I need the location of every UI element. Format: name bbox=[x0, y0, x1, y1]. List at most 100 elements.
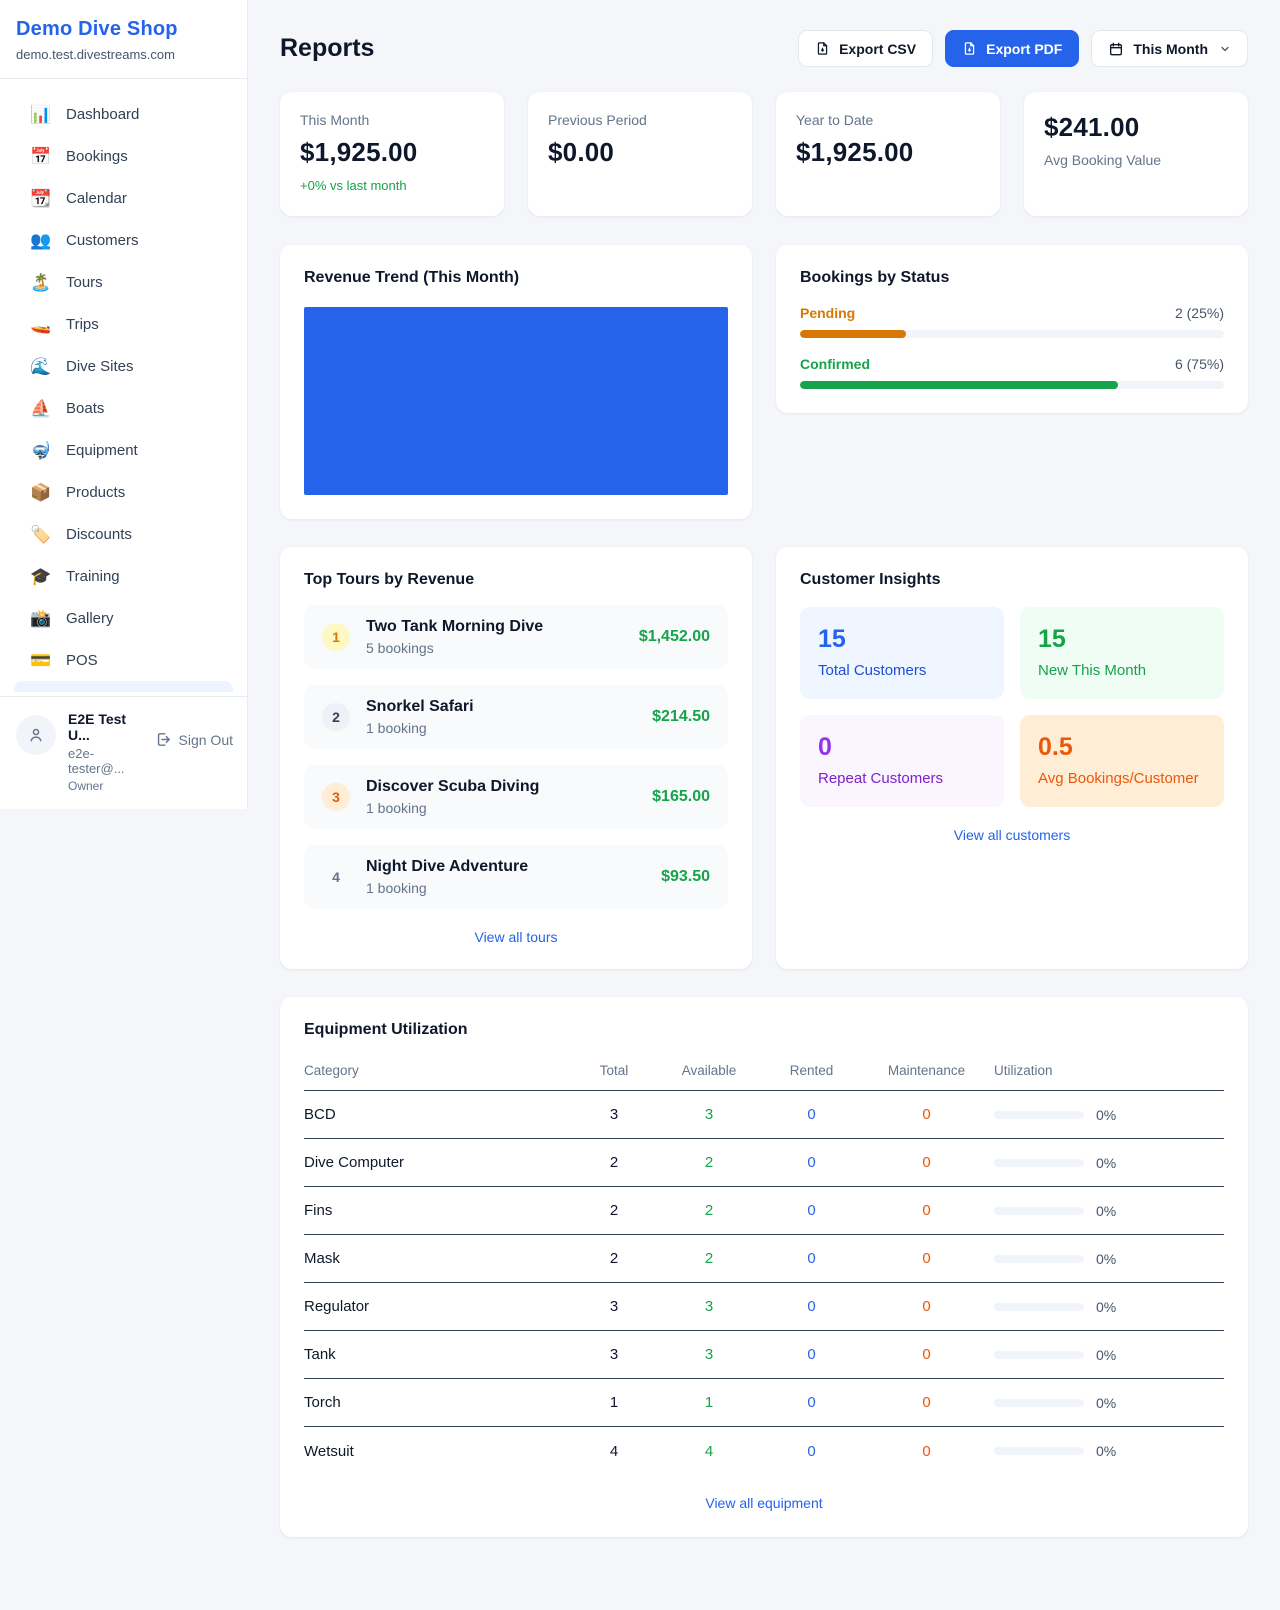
sidebar-item-customers[interactable]: 👥Customers bbox=[12, 219, 235, 261]
sidebar-item-dashboard[interactable]: 📊Dashboard bbox=[12, 93, 235, 135]
table-row: BCD 3 3 0 0 0% bbox=[304, 1091, 1224, 1139]
file-download-icon bbox=[815, 41, 830, 56]
avatar bbox=[16, 715, 56, 755]
view-all-tours-link[interactable]: View all tours bbox=[304, 929, 728, 945]
sidebar-item-boats[interactable]: ⛵Boats bbox=[12, 387, 235, 429]
confirmed-progress-track bbox=[800, 381, 1224, 389]
calendar-icon bbox=[1108, 41, 1124, 57]
shop-domain: demo.test.divestreams.com bbox=[16, 47, 231, 62]
tour-row: 3 Discover Scuba Diving1 booking $165.00 bbox=[304, 765, 728, 829]
insight-repeat-customers: 0 Repeat Customers bbox=[800, 715, 1004, 807]
tour-row: 4 Night Dive Adventure1 booking $93.50 bbox=[304, 845, 728, 909]
table-row: Fins 2 2 0 0 0% bbox=[304, 1187, 1224, 1235]
export-csv-button[interactable]: Export CSV bbox=[798, 30, 933, 67]
stat-this-month: This Month $1,925.00 +0% vs last month bbox=[280, 92, 504, 216]
sign-out-button[interactable]: Sign Out bbox=[155, 731, 233, 748]
chevron-down-icon bbox=[1219, 43, 1231, 55]
utilization-bar bbox=[994, 1207, 1084, 1215]
table-row: Wetsuit 4 4 0 0 0% bbox=[304, 1427, 1224, 1475]
utilization-bar bbox=[994, 1399, 1084, 1407]
rank-badge: 4 bbox=[322, 863, 350, 891]
pos-icon: 💳 bbox=[30, 652, 52, 669]
table-row: Tank 3 3 0 0 0% bbox=[304, 1331, 1224, 1379]
customer-insights-title: Customer Insights bbox=[800, 571, 1224, 589]
insight-new-this-month: 15 New This Month bbox=[1020, 607, 1224, 699]
export-pdf-button[interactable]: Export PDF bbox=[945, 30, 1079, 67]
pending-progress-fill bbox=[800, 330, 906, 338]
main-content: Reports Export CSV Export PDF This Month… bbox=[249, 0, 1280, 1577]
tour-row: 1 Two Tank Morning Dive5 bookings $1,452… bbox=[304, 605, 728, 669]
rank-badge: 3 bbox=[322, 783, 350, 811]
utilization-bar bbox=[994, 1111, 1084, 1119]
rank-badge: 2 bbox=[322, 703, 350, 731]
confirmed-progress-fill bbox=[800, 381, 1118, 389]
sidebar-nav: 📊Dashboard 📅Bookings 📆Calendar 👥Customer… bbox=[0, 79, 247, 696]
gallery-icon: 📸 bbox=[30, 610, 52, 627]
revenue-trend-chart bbox=[304, 307, 728, 495]
table-row: Torch 1 1 0 0 0% bbox=[304, 1379, 1224, 1427]
view-all-equipment-link[interactable]: View all equipment bbox=[304, 1495, 1224, 1511]
user-role: Owner bbox=[68, 779, 143, 793]
sidebar-item-discounts[interactable]: 🏷️Discounts bbox=[12, 513, 235, 555]
page-title: Reports bbox=[280, 34, 374, 63]
rank-badge: 1 bbox=[322, 623, 350, 651]
top-tours-title: Top Tours by Revenue bbox=[304, 571, 728, 589]
user-panel: E2E Test U... e2e-tester@... Owner Sign … bbox=[0, 696, 247, 809]
revenue-trend-title: Revenue Trend (This Month) bbox=[304, 269, 728, 287]
equipment-icon: 🤿 bbox=[30, 442, 52, 459]
sidebar-item-dive-sites[interactable]: 🌊Dive Sites bbox=[12, 345, 235, 387]
training-icon: 🎓 bbox=[30, 568, 52, 585]
sidebar-item-calendar[interactable]: 📆Calendar bbox=[12, 177, 235, 219]
utilization-bar bbox=[994, 1159, 1084, 1167]
sign-out-icon bbox=[155, 731, 172, 748]
stat-avg-booking-value: $241.00 Avg Booking Value bbox=[1024, 92, 1248, 216]
period-selector[interactable]: This Month bbox=[1091, 30, 1248, 67]
top-tours-panel: Top Tours by Revenue 1 Two Tank Morning … bbox=[280, 547, 752, 969]
user-email: e2e-tester@... bbox=[68, 746, 143, 776]
sidebar-item-bookings[interactable]: 📅Bookings bbox=[12, 135, 235, 177]
sidebar-item-equipment[interactable]: 🤿Equipment bbox=[12, 429, 235, 471]
stat-cards: This Month $1,925.00 +0% vs last month P… bbox=[280, 92, 1248, 216]
stat-year-to-date: Year to Date $1,925.00 bbox=[776, 92, 1000, 216]
status-row-confirmed: Confirmed 6 (75%) bbox=[800, 356, 1224, 389]
sidebar-item-pos[interactable]: 💳POS bbox=[12, 639, 235, 681]
shop-name: Demo Dive Shop bbox=[16, 18, 231, 41]
utilization-bar bbox=[994, 1351, 1084, 1359]
table-row: Mask 2 2 0 0 0% bbox=[304, 1235, 1224, 1283]
table-header-row: Category Total Available Rented Maintena… bbox=[304, 1053, 1224, 1091]
sidebar-item-gallery[interactable]: 📸Gallery bbox=[12, 597, 235, 639]
bookings-by-status-title: Bookings by Status bbox=[800, 269, 1224, 287]
customer-insights-panel: Customer Insights 15 Total Customers 15 … bbox=[776, 547, 1248, 969]
calendar-icon: 📆 bbox=[30, 190, 52, 207]
utilization-bar bbox=[994, 1447, 1084, 1455]
stat-previous-period: Previous Period $0.00 bbox=[528, 92, 752, 216]
equipment-utilization-title: Equipment Utilization bbox=[304, 1021, 1224, 1039]
boats-icon: ⛵ bbox=[30, 400, 52, 417]
utilization-bar bbox=[994, 1303, 1084, 1311]
user-name: E2E Test U... bbox=[68, 711, 143, 743]
view-all-customers-link[interactable]: View all customers bbox=[800, 827, 1224, 843]
table-row: Regulator 3 3 0 0 0% bbox=[304, 1283, 1224, 1331]
bookings-by-status-panel: Bookings by Status Pending 2 (25%) Confi… bbox=[776, 245, 1248, 413]
dashboard-icon: 📊 bbox=[30, 106, 52, 123]
sidebar-item-reports-partial[interactable] bbox=[14, 681, 233, 692]
sidebar-item-products[interactable]: 📦Products bbox=[12, 471, 235, 513]
bookings-icon: 📅 bbox=[30, 148, 52, 165]
sidebar: Demo Dive Shop demo.test.divestreams.com… bbox=[0, 0, 248, 809]
insight-avg-bookings: 0.5 Avg Bookings/Customer bbox=[1020, 715, 1224, 807]
equipment-utilization-panel: Equipment Utilization Category Total Ava… bbox=[280, 997, 1248, 1537]
equipment-table: Category Total Available Rented Maintena… bbox=[304, 1053, 1224, 1475]
dive-sites-icon: 🌊 bbox=[30, 358, 52, 375]
shop-header: Demo Dive Shop demo.test.divestreams.com bbox=[0, 0, 247, 79]
insight-total-customers: 15 Total Customers bbox=[800, 607, 1004, 699]
products-icon: 📦 bbox=[30, 484, 52, 501]
pending-progress-track bbox=[800, 330, 1224, 338]
table-row: Dive Computer 2 2 0 0 0% bbox=[304, 1139, 1224, 1187]
customers-icon: 👥 bbox=[30, 232, 52, 249]
tour-row: 2 Snorkel Safari1 booking $214.50 bbox=[304, 685, 728, 749]
discounts-icon: 🏷️ bbox=[30, 526, 52, 543]
sidebar-item-training[interactable]: 🎓Training bbox=[12, 555, 235, 597]
user-info: E2E Test U... e2e-tester@... Owner bbox=[68, 711, 143, 793]
sidebar-item-tours[interactable]: 🏝️Tours bbox=[12, 261, 235, 303]
sidebar-item-trips[interactable]: 🚤Trips bbox=[12, 303, 235, 345]
